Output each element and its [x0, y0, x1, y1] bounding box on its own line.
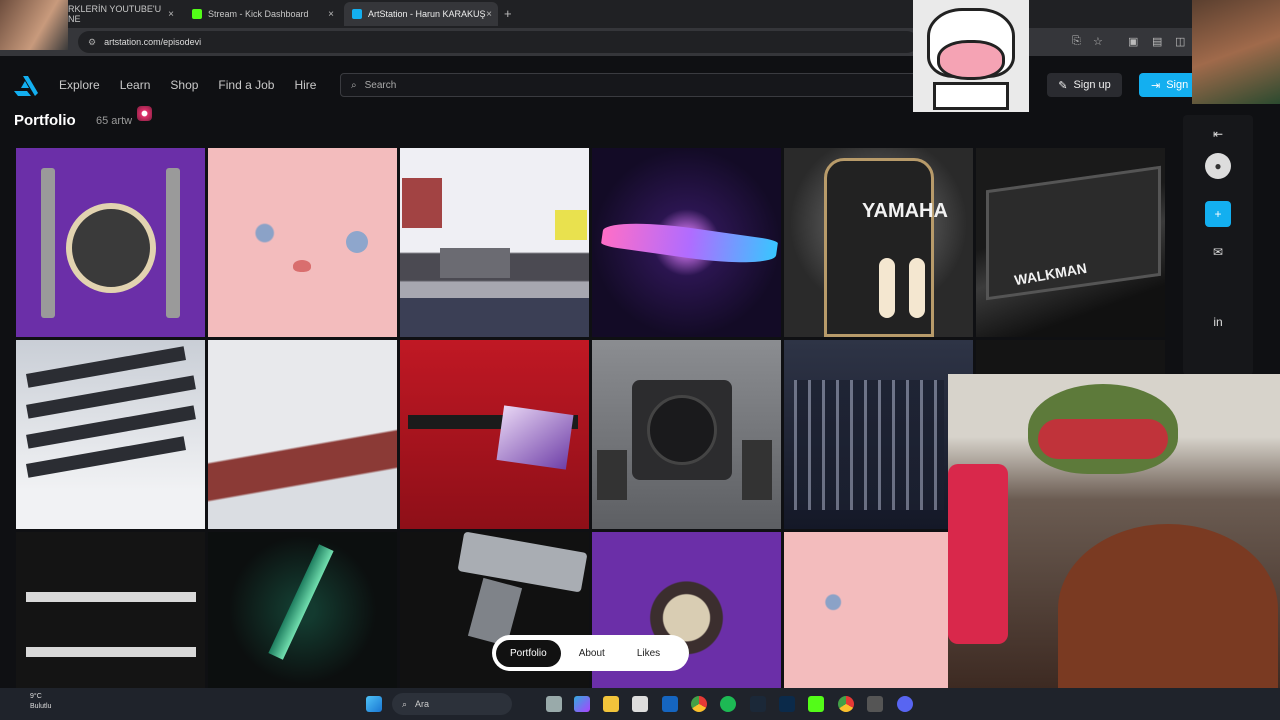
- collapse-icon[interactable]: ⇤: [1205, 121, 1231, 147]
- webcam-overlay-main: [948, 374, 1280, 688]
- browser-tab-youtube[interactable]: RKLERİN YOUTUBE'U NE ×: [60, 2, 180, 26]
- tab-portfolio[interactable]: Portfolio: [496, 639, 561, 667]
- copilot-icon[interactable]: [574, 696, 590, 712]
- artwork-tile-pink-bunny-2[interactable]: [784, 532, 948, 688]
- nav-find-a-job[interactable]: Find a Job: [218, 78, 274, 92]
- search-input[interactable]: ⌕ Search: [340, 73, 920, 97]
- browser-tab-kick[interactable]: Stream - Kick Dashboard ×: [184, 2, 340, 26]
- artwork-tile-vending-spirals[interactable]: [784, 340, 973, 529]
- tab-about[interactable]: About: [565, 640, 619, 667]
- chrome-profile-icon[interactable]: [838, 696, 854, 712]
- nav-learn[interactable]: Learn: [120, 78, 151, 92]
- site-info-icon[interactable]: ⚙: [88, 37, 96, 48]
- artwork-tile-shotguns-pair[interactable]: [16, 532, 205, 688]
- webcam-overlay-top: [1192, 0, 1280, 104]
- url-text: artstation.com/episodevi: [104, 37, 202, 47]
- artwork-tile-speakers[interactable]: [592, 340, 781, 529]
- browser-tab-bar: RKLERİN YOUTUBE'U NE × Stream - Kick Das…: [0, 0, 1280, 28]
- artwork-tile-clock-shotguns[interactable]: [16, 148, 205, 337]
- discord-icon[interactable]: [897, 696, 913, 712]
- site-header: Explore Learn Shop Find a Job Hire ⌕ Sea…: [0, 56, 1280, 112]
- artstation-logo-icon[interactable]: [14, 76, 38, 96]
- new-tab-button[interactable]: +: [504, 6, 512, 21]
- search-icon: ⌕: [351, 79, 357, 91]
- artwork-tile-yamaha-guitar[interactable]: YAMAHA: [784, 148, 973, 337]
- task-view-icon[interactable]: [546, 696, 562, 712]
- taskbar-search[interactable]: ⌕ Ara: [392, 693, 512, 715]
- file-explorer-icon[interactable]: [603, 696, 619, 712]
- windows-start-icon[interactable]: [366, 696, 382, 712]
- profile-tabs: Portfolio About Likes: [492, 635, 689, 671]
- close-tab-icon[interactable]: ×: [168, 9, 174, 20]
- url-field[interactable]: ⚙ artstation.com/episodevi: [78, 31, 918, 53]
- signin-label: Sign: [1166, 79, 1189, 91]
- extension-icon[interactable]: ▤: [1152, 35, 1162, 48]
- tab-label: RKLERİN YOUTUBE'U NE: [68, 4, 162, 24]
- extensions-icon[interactable]: ▣: [1128, 35, 1138, 48]
- pencil-icon: ✎: [1058, 79, 1068, 92]
- taskbar-search-label: Ara: [415, 699, 430, 709]
- close-tab-icon[interactable]: ×: [486, 9, 492, 20]
- main-nav: Explore Learn Shop Find a Job Hire: [59, 78, 316, 92]
- artwork-tile-partial[interactable]: [976, 340, 1165, 374]
- chrome-icon[interactable]: [691, 696, 707, 712]
- spotify-icon[interactable]: [720, 696, 736, 712]
- store-icon[interactable]: [632, 696, 648, 712]
- kick-favicon-icon: [192, 9, 202, 19]
- weather-widget[interactable]: 9°C Bulutlu: [12, 692, 51, 712]
- photoshop-icon[interactable]: [779, 696, 795, 712]
- signin-button[interactable]: ⇥ Sign: [1139, 73, 1199, 97]
- artwork-tile-green-dagger[interactable]: [208, 532, 397, 688]
- mail-icon[interactable]: ✉: [1205, 239, 1231, 265]
- artwork-tile-engraved-blade[interactable]: [208, 340, 397, 529]
- bookmark-star-icon[interactable]: ☆: [1093, 35, 1103, 48]
- mail-app-icon[interactable]: [662, 696, 678, 712]
- windows-taskbar: 9°C Bulutlu ⌕ Ara: [0, 688, 1280, 720]
- linkedin-icon[interactable]: in: [1205, 309, 1231, 335]
- artwork-tile-pink-bunny[interactable]: [208, 148, 397, 337]
- profile-action-sidebar: ⇤ ● + ✉ in: [1183, 115, 1253, 375]
- artstation-favicon-icon: [352, 9, 362, 19]
- artwork-count: 65 artw: [96, 115, 133, 127]
- instagram-icon[interactable]: [137, 106, 152, 121]
- steam-icon[interactable]: [750, 696, 766, 712]
- tab-label: ArtStation - Harun KARAKUŞ: [368, 9, 486, 19]
- browser-tab-artstation[interactable]: ArtStation - Harun KARAKUŞ ×: [344, 2, 498, 26]
- artwork-tile-room-interior[interactable]: [400, 148, 589, 337]
- nav-shop[interactable]: Shop: [170, 78, 198, 92]
- artwork-tile-walkman[interactable]: WALKMAN: [976, 148, 1165, 337]
- follow-user-icon[interactable]: +: [1205, 201, 1231, 227]
- page-title: Portfolio: [14, 112, 76, 129]
- cow-sticker-overlay: [913, 0, 1029, 112]
- address-bar-row: ⚙ artstation.com/episodevi: [0, 28, 1280, 56]
- translate-icon[interactable]: ⎘: [1072, 35, 1081, 48]
- signup-label: Sign up: [1073, 79, 1111, 91]
- search-icon: ⌕: [402, 698, 408, 709]
- artwork-tile-rifles[interactable]: [16, 340, 205, 529]
- signin-icon: ⇥: [1151, 79, 1161, 92]
- kick-icon[interactable]: [808, 696, 824, 712]
- nav-explore[interactable]: Explore: [59, 78, 100, 92]
- nav-hire[interactable]: Hire: [294, 78, 316, 92]
- weather-text: Bulutlu: [30, 703, 52, 710]
- weather-temp: 9°C: [30, 693, 42, 700]
- puzzle-icon[interactable]: ◫: [1175, 35, 1185, 48]
- tab-label: Stream - Kick Dashboard: [208, 9, 309, 19]
- artwork-tile-karambit-knife[interactable]: [592, 148, 781, 337]
- avatar[interactable]: ●: [1205, 153, 1231, 179]
- app-icon[interactable]: [867, 696, 883, 712]
- tab-likes[interactable]: Likes: [623, 640, 674, 667]
- artwork-tile-aug-rifle[interactable]: [400, 340, 589, 529]
- close-tab-icon[interactable]: ×: [328, 9, 334, 20]
- webcam-overlay-small: [0, 0, 68, 50]
- search-placeholder: Search: [364, 79, 397, 91]
- yamaha-text: YAMAHA: [862, 200, 948, 222]
- signup-button[interactable]: ✎ Sign up: [1047, 73, 1122, 97]
